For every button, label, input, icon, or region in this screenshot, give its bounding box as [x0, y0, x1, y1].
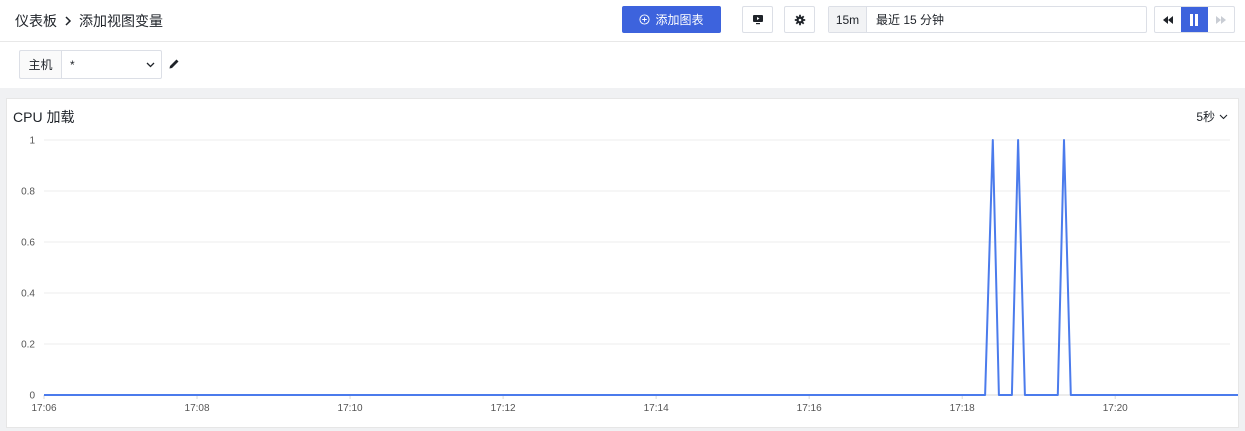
breadcrumb-current: 添加视图变量: [79, 13, 163, 29]
fast-forward-icon: [1215, 15, 1226, 24]
fast-forward-button[interactable]: [1208, 7, 1234, 32]
rewind-button[interactable]: [1155, 7, 1181, 32]
edit-pencil-icon[interactable]: [168, 58, 180, 70]
x-tick-label: 17:14: [644, 403, 669, 414]
add-chart-label: 添加图表: [655, 13, 704, 27]
chart-panel: CPU 加载 5秒 0 0.2 0.4 0.6 0.8 1 17:06 17:08 17:10 1…: [6, 98, 1239, 428]
tv-icon: [752, 15, 763, 25]
y-tick-label: 0.2: [21, 340, 35, 351]
x-tick-label: 17:18: [950, 403, 975, 414]
time-range-picker[interactable]: 15m 最近 15 分钟: [828, 6, 1147, 33]
plus-circle-icon: [639, 14, 651, 25]
chevron-right-icon: [57, 14, 79, 28]
y-tick-label: 0.8: [21, 187, 35, 198]
chevron-down-icon: [146, 62, 155, 67]
y-tick-label: 0: [29, 391, 35, 402]
settings-button[interactable]: [784, 6, 815, 33]
y-tick-label: 0.4: [21, 289, 35, 300]
series-line: [44, 139, 1238, 396]
pause-icon: [1190, 13, 1199, 26]
breadcrumb-dashboards[interactable]: 仪表板: [15, 11, 57, 31]
time-duration: 15m: [829, 7, 867, 32]
top-bar: 仪表板 添加视图变量 添加图表 15m 最近 15 分钟: [0, 0, 1245, 42]
x-tick-label: 17:08: [185, 403, 210, 414]
variable-value: *: [70, 57, 75, 72]
breadcrumb: 仪表板 添加视图变量: [15, 11, 163, 31]
add-chart-button[interactable]: 添加图表: [622, 6, 721, 33]
variable-host: 主机 *: [19, 50, 162, 79]
playback-controls: [1154, 6, 1235, 33]
tv-mode-button[interactable]: [742, 6, 773, 33]
x-tick-label: 17:16: [797, 403, 822, 414]
gear-icon: [794, 14, 805, 25]
variable-select[interactable]: *: [61, 50, 162, 79]
x-tick-label: 17:12: [491, 403, 516, 414]
y-tick-label: 1: [29, 136, 35, 147]
x-tick-label: 17:10: [338, 403, 363, 414]
rewind-icon: [1163, 15, 1174, 24]
pause-button[interactable]: [1181, 7, 1208, 32]
x-tick-label: 17:20: [1103, 403, 1128, 414]
y-tick-label: 0.6: [21, 238, 35, 249]
time-range-label: 最近 15 分钟: [876, 13, 945, 27]
cpu-load-chart: 0 0.2 0.4 0.6 0.8 1 17:06 17:08 17:10 17:12 17:14 1…: [21, 136, 1238, 414]
x-tick-label: 17:06: [31, 403, 56, 414]
variable-label: 主机: [19, 50, 61, 79]
